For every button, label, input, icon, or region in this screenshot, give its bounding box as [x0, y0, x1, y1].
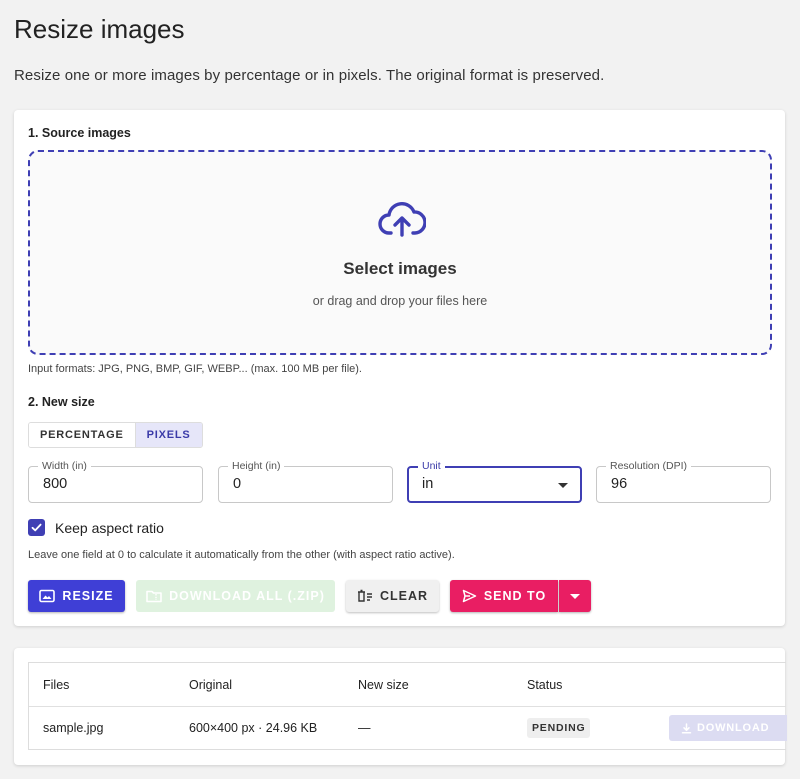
input-formats-note: Input formats: JPG, PNG, BMP, GIF, WEBP.… — [28, 363, 362, 375]
row-download-label: DOWNLOAD — [697, 722, 770, 734]
zip-folder-icon — [146, 590, 162, 603]
width-field-label: Width (in) — [38, 460, 91, 472]
unit-select-label: Unit — [418, 460, 445, 472]
row-file-name: sample.jpg — [43, 721, 104, 735]
resize-options-card: 1. Source images Select images or drag a… — [14, 110, 785, 626]
send-to-menu-button[interactable] — [559, 580, 591, 612]
mode-percentage-button[interactable]: PERCENTAGE — [29, 423, 135, 447]
status-badge: PENDING — [527, 718, 591, 738]
files-table-header: Files Original New size Status — [29, 663, 786, 707]
keep-aspect-ratio-label[interactable]: Keep aspect ratio — [55, 520, 164, 536]
row-original-size: 600×400 px · 24.96 KB — [189, 721, 318, 735]
dropzone-subtitle: or drag and drop your files here — [312, 294, 488, 308]
cloud-upload-icon — [378, 202, 426, 237]
width-field-value[interactable]: 800 — [43, 476, 67, 492]
check-icon — [31, 523, 42, 532]
column-header-original: Original — [189, 678, 233, 692]
files-table: Files Original New size Status sample.jp… — [28, 662, 787, 750]
files-card: Files Original New size Status sample.jp… — [14, 648, 787, 765]
new-size-section-label: 2. New size — [28, 395, 95, 409]
column-header-status: Status — [527, 678, 563, 692]
resolution-field-label: Resolution (DPI) — [606, 460, 692, 472]
clear-button-label: CLEAR — [379, 589, 429, 603]
source-section-label: 1. Source images — [28, 126, 131, 140]
send-icon — [462, 589, 477, 603]
clear-button[interactable]: CLEAR — [346, 580, 439, 612]
chevron-down-icon[interactable] — [558, 483, 568, 488]
download-icon — [681, 722, 692, 734]
mode-pixels-button[interactable]: PIXELS — [134, 423, 202, 447]
chevron-down-icon — [570, 593, 580, 599]
keep-aspect-ratio-checkbox[interactable] — [28, 519, 45, 536]
unit-select[interactable]: Unit in — [407, 460, 582, 503]
page-subtitle: Resize one or more images by percentage … — [14, 67, 605, 84]
size-hint: Leave one field at 0 to calculate it aut… — [28, 549, 455, 561]
height-field-label: Height (in) — [228, 460, 285, 472]
column-header-new-size: New size — [358, 678, 409, 692]
send-to-button[interactable]: SEND TO — [450, 580, 558, 612]
resolution-field[interactable]: Resolution (DPI) 96 — [596, 460, 771, 503]
size-mode-toggle: PERCENTAGE PIXELS — [28, 422, 203, 448]
height-field[interactable]: Height (in) 0 — [218, 460, 393, 503]
download-all-button-label: DOWNLOAD ALL (.ZIP) — [169, 589, 325, 603]
resize-button-label: RESIZE — [62, 589, 114, 603]
column-header-files: Files — [43, 678, 70, 692]
row-new-size: — — [358, 721, 371, 735]
image-dropzone[interactable]: Select images or drag and drop your file… — [28, 150, 772, 355]
row-download-button[interactable]: DOWNLOAD — [669, 715, 787, 741]
resolution-field-value[interactable]: 96 — [611, 476, 627, 492]
unit-select-value[interactable]: in — [422, 476, 433, 492]
image-icon — [39, 589, 56, 603]
width-field[interactable]: Width (in) 800 — [28, 460, 203, 503]
resize-button[interactable]: RESIZE — [28, 580, 125, 612]
height-field-value[interactable]: 0 — [233, 476, 241, 492]
keep-aspect-ratio-row[interactable]: Keep aspect ratio — [28, 519, 164, 536]
page-title: Resize images — [14, 14, 185, 44]
download-all-button[interactable]: DOWNLOAD ALL (.ZIP) — [136, 580, 335, 612]
clear-list-icon — [357, 589, 372, 602]
send-to-button-label: SEND TO — [483, 589, 547, 603]
dropzone-title[interactable]: Select images — [30, 259, 770, 279]
